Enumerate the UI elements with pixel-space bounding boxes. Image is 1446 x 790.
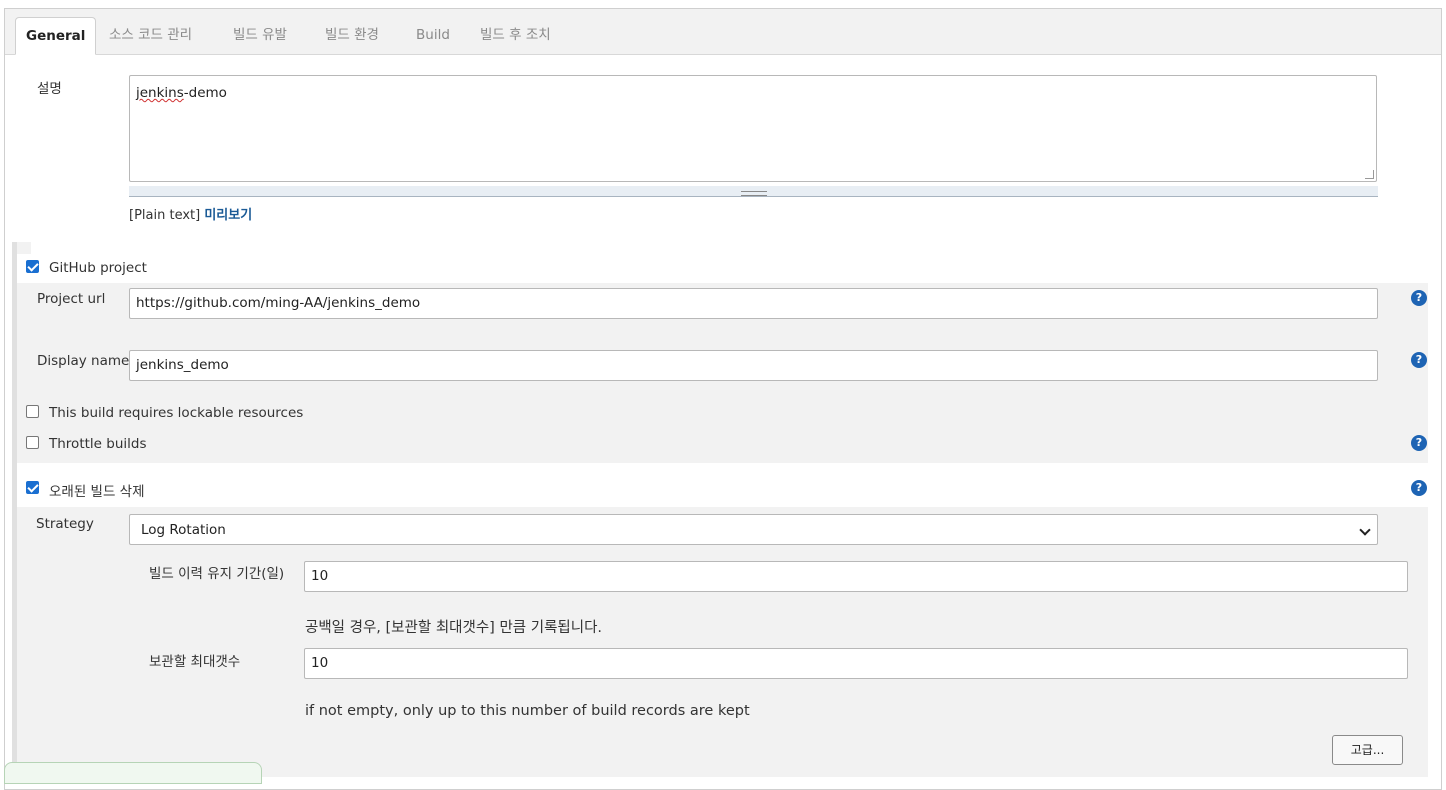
github-project-label: GitHub project [49,260,147,276]
description-label: 설명 [37,81,62,97]
project-url-input[interactable]: https://github.com/ming-AA/jenkins_demo [129,288,1378,319]
tab-build[interactable]: Build [416,17,450,53]
tab-source-code-management[interactable]: 소스 코드 관리 [109,17,192,53]
preview-link[interactable]: 미리보기 [204,208,252,223]
discard-old-builds-checkbox[interactable] [26,481,39,494]
github-project-checkbox[interactable] [26,260,39,273]
discard-old-builds-panel [17,507,1428,777]
description-value-prefix: jenkins [136,85,184,101]
strategy-select-value: Log Rotation [141,522,226,538]
tab-build-environment[interactable]: 빌드 환경 [325,17,379,53]
description-textarea[interactable]: jenkins-demo [129,75,1377,182]
tab-post-build-actions[interactable]: 빌드 후 조치 [480,17,551,53]
max-builds-hint: if not empty, only up to this number of … [305,703,750,719]
lockable-resources-checkbox[interactable] [26,405,39,418]
project-url-label: Project url [37,291,106,307]
config-tab-bar: General 소스 코드 관리 빌드 유발 빌드 환경 Build 빌드 후 … [5,9,1441,55]
strategy-select[interactable]: Log Rotation [129,514,1378,545]
throttle-builds-label: Throttle builds [49,436,147,452]
help-icon[interactable]: ? [1411,352,1427,368]
textarea-resize-bar[interactable] [129,186,1378,197]
discard-old-builds-label: 오래된 빌드 삭제 [49,484,145,500]
days-to-keep-hint: 공백일 경우, [보관할 최대갯수] 만큼 기록됩니다. [305,620,603,636]
display-name-input[interactable]: jenkins_demo [129,350,1378,381]
max-builds-input[interactable]: 10 [304,648,1408,679]
display-name-label: Display name [37,353,130,369]
max-builds-label: 보관할 최대갯수 [149,654,241,670]
drag-handle-icon[interactable] [741,191,767,196]
days-to-keep-input[interactable]: 10 [304,561,1408,592]
advanced-button[interactable]: 고급... [1332,735,1403,765]
description-value-suffix: -demo [183,85,227,101]
help-icon[interactable]: ? [1411,480,1427,496]
section-notch [17,242,31,254]
strategy-label: Strategy [36,516,94,532]
markup-format-row: [Plain text] 미리보기 [129,204,252,223]
help-icon[interactable]: ? [1411,290,1427,306]
markup-format-text: [Plain text] [129,208,201,223]
chevron-down-icon [1359,524,1371,536]
bottom-panel-tab [4,762,262,784]
resize-grip-icon[interactable] [1365,170,1374,179]
days-to-keep-label: 빌드 이력 유지 기간(일) [149,566,285,582]
throttle-builds-checkbox[interactable] [26,436,39,449]
lockable-resources-label: This build requires lockable resources [49,405,304,421]
help-icon[interactable]: ? [1411,435,1427,451]
tab-build-triggers[interactable]: 빌드 유발 [233,17,287,53]
tab-general[interactable]: General [15,17,97,55]
